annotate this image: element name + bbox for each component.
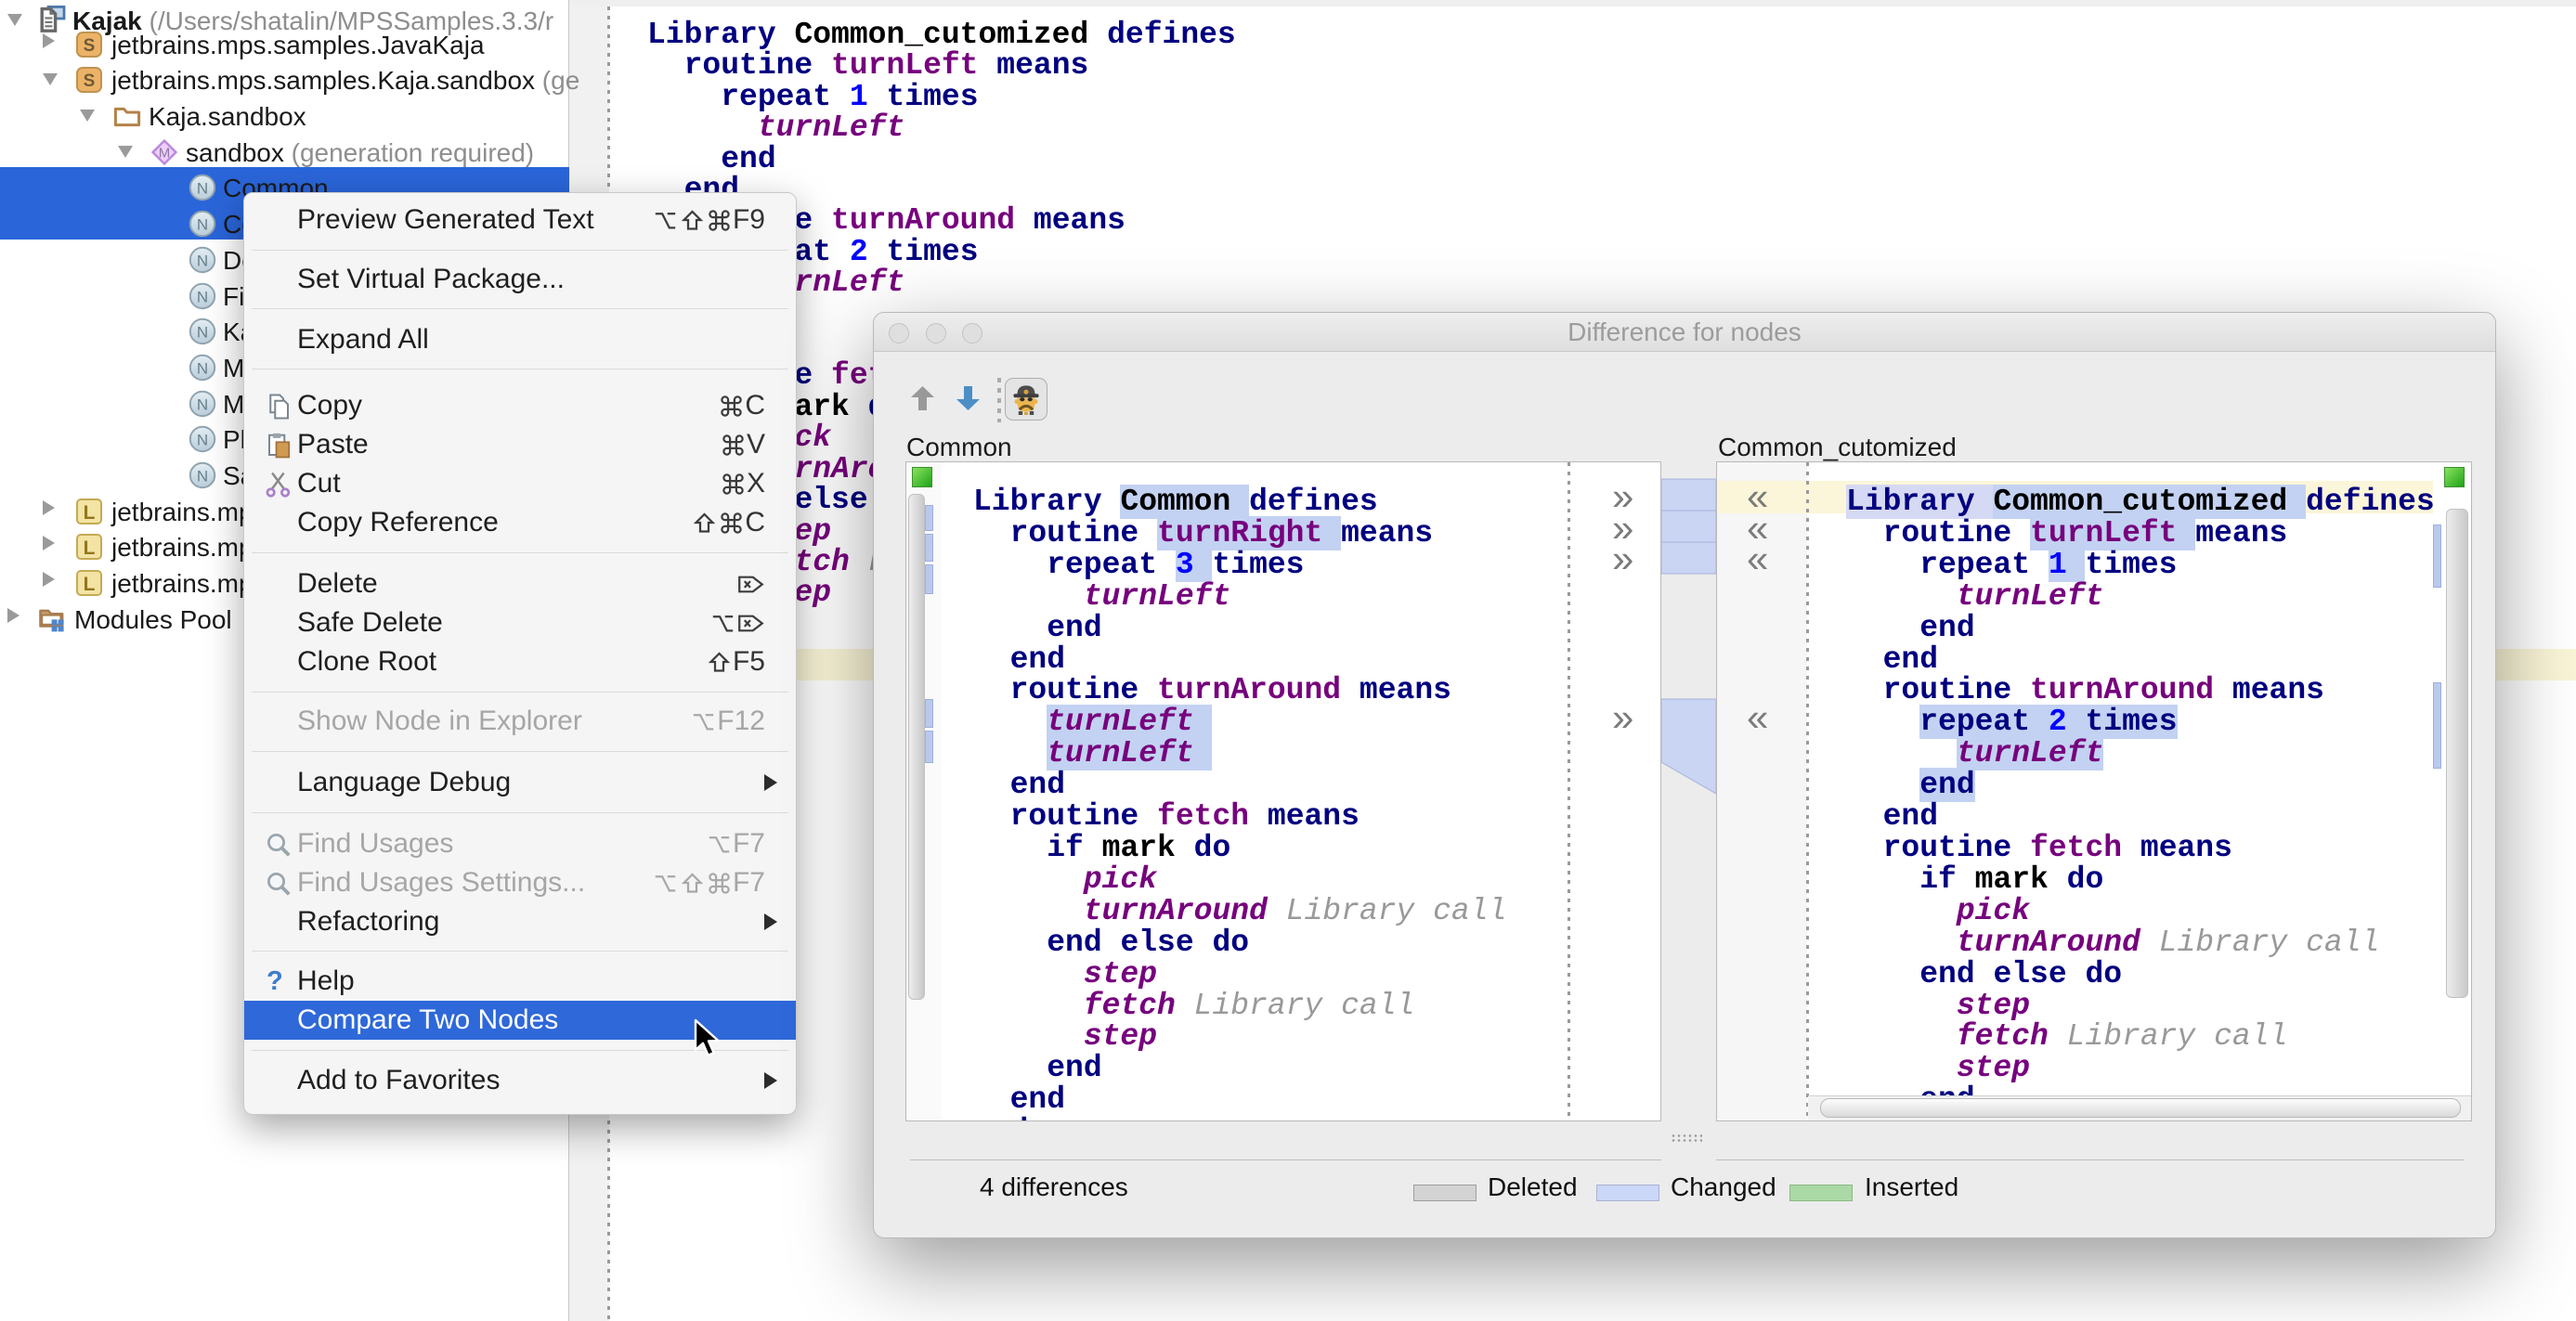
svg-text:S: S — [84, 71, 96, 91]
svg-text:N: N — [197, 215, 208, 233]
svg-text:N: N — [197, 252, 208, 269]
svg-text:N: N — [197, 179, 208, 197]
svg-text:L: L — [84, 537, 96, 559]
svg-text:S: S — [84, 36, 96, 56]
svg-text:N: N — [197, 431, 208, 448]
svg-text:N: N — [197, 323, 208, 341]
svg-text:N: N — [197, 467, 208, 485]
svg-text:L: L — [84, 574, 96, 595]
svg-text:N: N — [197, 288, 208, 305]
svg-text:N: N — [197, 359, 208, 377]
svg-text:L: L — [84, 502, 96, 524]
svg-text:M: M — [159, 146, 171, 162]
svg-text:N: N — [197, 395, 208, 413]
